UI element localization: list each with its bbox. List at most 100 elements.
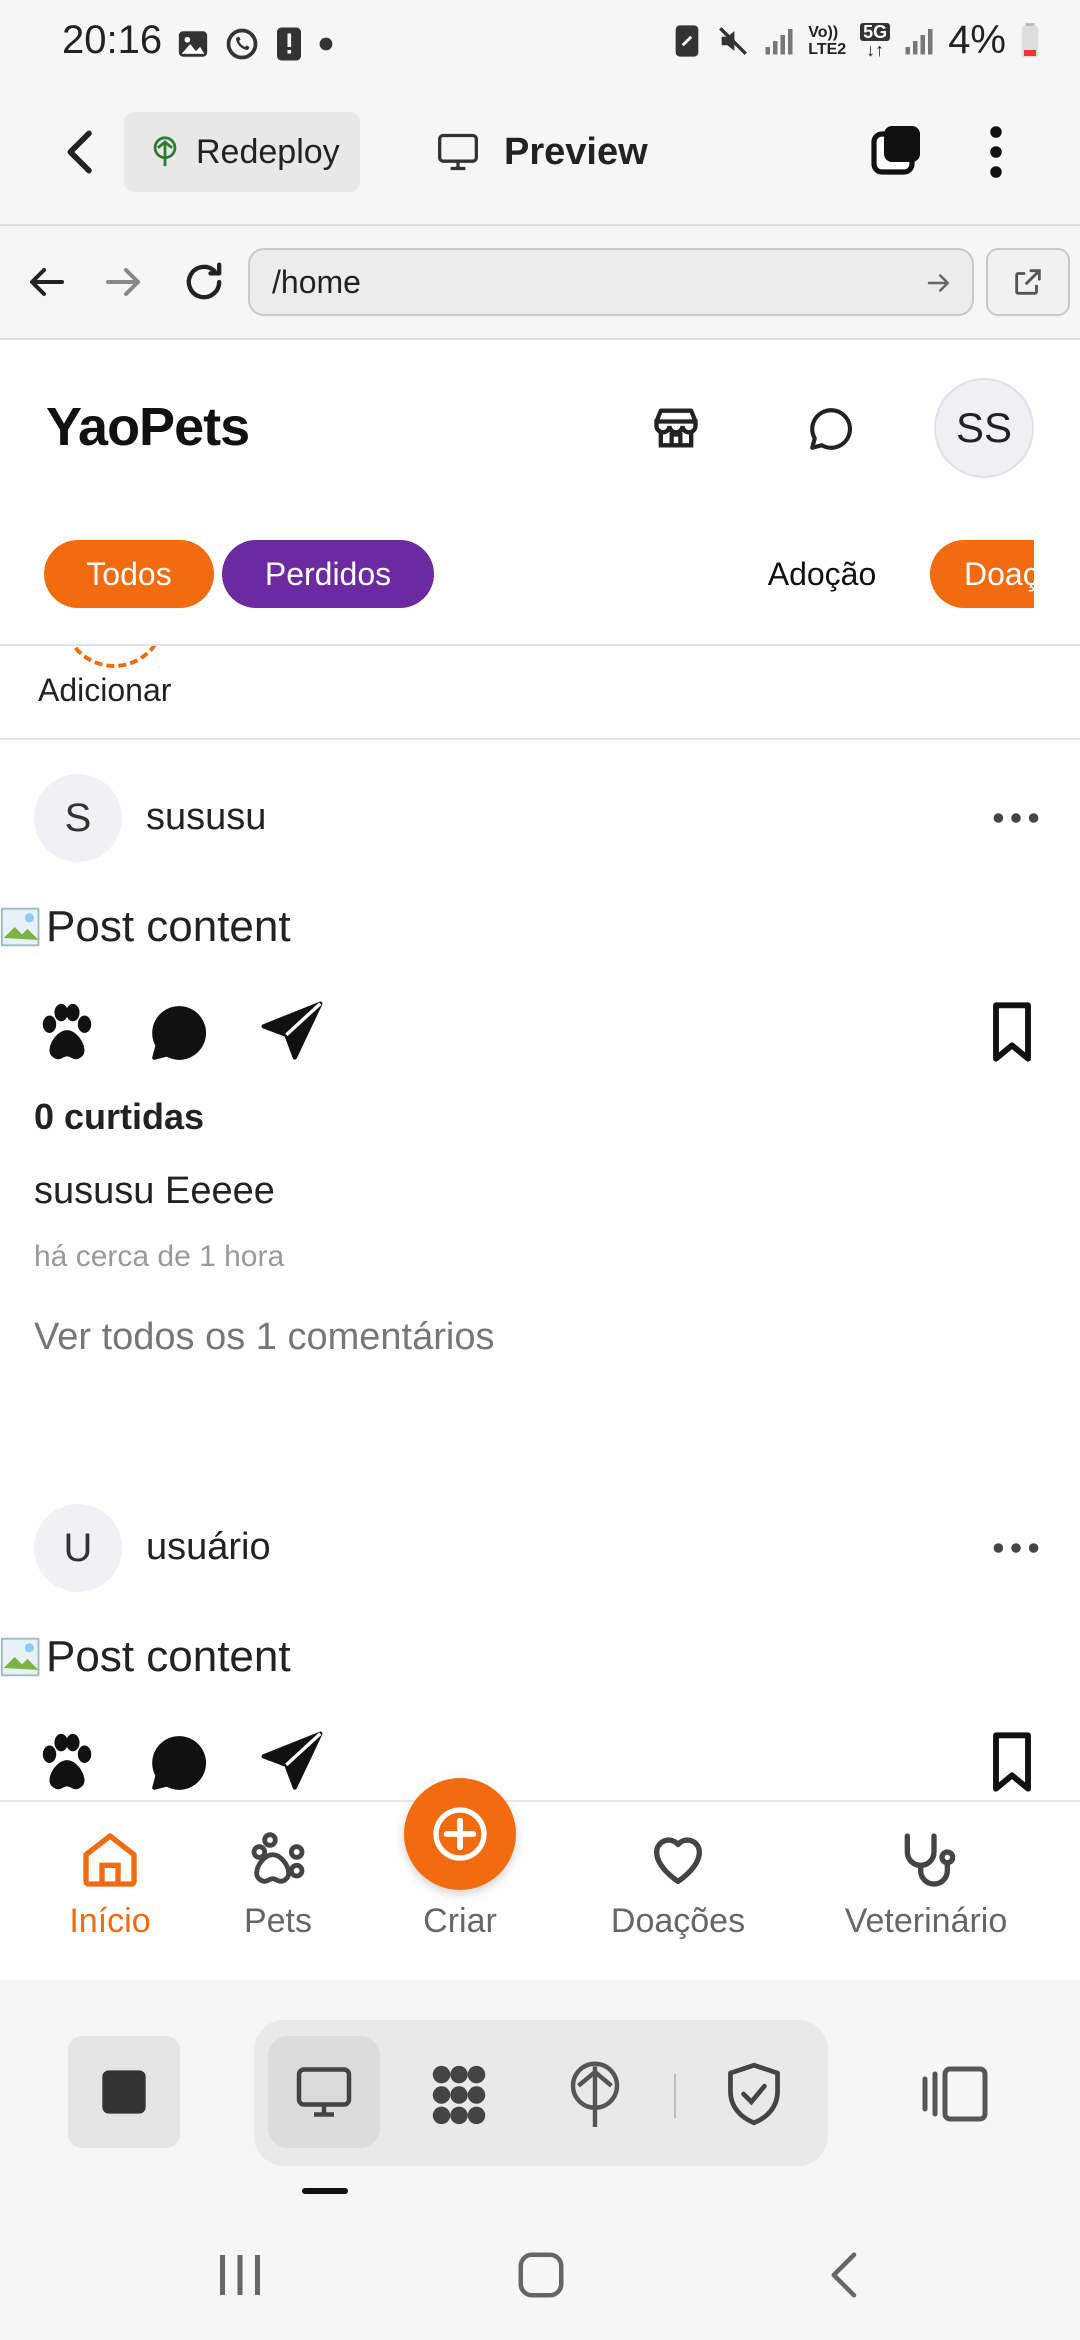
filter-chip-label: Perdidos	[264, 555, 392, 592]
browser-forward-button[interactable]	[100, 258, 148, 306]
dot-icon	[319, 37, 333, 51]
battery-icon	[1021, 22, 1039, 57]
create-label[interactable]: Criar	[404, 1902, 516, 1941]
nav-label: Doações	[610, 1902, 746, 1940]
nfc-icon	[675, 24, 699, 57]
caption-user[interactable]: sususu	[34, 1170, 154, 1212]
reload-icon	[186, 262, 222, 300]
avatar-letter: U	[63, 1525, 93, 1570]
post-avatar[interactable]: U	[34, 1504, 122, 1592]
preview-tab[interactable]: Preview	[436, 122, 648, 182]
comment-button[interactable]	[146, 1730, 212, 1796]
back-button[interactable]	[54, 124, 110, 180]
chevron-left-icon	[831, 2252, 857, 2298]
send-icon	[261, 1001, 323, 1060]
broken-image-icon	[0, 907, 40, 947]
like-button[interactable]	[32, 998, 102, 1068]
browser-back-button[interactable]	[22, 258, 70, 306]
filter-chip-todos[interactable]: Todos	[44, 540, 214, 608]
post-options-button[interactable]	[992, 1540, 1040, 1556]
stethoscope-icon	[904, 1833, 956, 1887]
filter-chip-perdidos[interactable]: Perdidos	[222, 540, 434, 608]
chat-bubble-icon	[810, 408, 852, 450]
nav-item-veterinario[interactable]: Veterinário	[826, 1828, 1026, 1941]
bookmark-button[interactable]	[982, 1730, 1042, 1794]
app-logo[interactable]: YaoPets	[46, 396, 250, 458]
stop-icon	[102, 2070, 146, 2114]
store-button[interactable]	[650, 402, 702, 454]
bookmark-button[interactable]	[982, 1000, 1042, 1064]
deploy-icon	[153, 136, 177, 167]
add-story-label[interactable]: Adicionar	[38, 672, 171, 709]
heart-icon	[654, 1837, 702, 1884]
redeploy-button[interactable]: Redeploy	[124, 112, 360, 192]
paw-icon	[42, 1003, 92, 1060]
status-notification-icons	[176, 26, 334, 62]
post-avatar[interactable]: S	[34, 774, 122, 862]
paw-outline-icon	[251, 1832, 305, 1884]
post-username[interactable]: usuário	[146, 1526, 271, 1569]
device-frame-button[interactable]	[920, 2062, 990, 2126]
more-vertical-icon	[990, 126, 1002, 178]
redeploy-label: Redeploy	[196, 132, 340, 171]
arrow-left-icon	[30, 268, 64, 296]
tabs-button[interactable]	[866, 120, 926, 180]
comment-icon	[152, 1736, 206, 1790]
system-back-button[interactable]	[818, 2248, 872, 2302]
likes-count: 0 curtidas	[34, 1096, 205, 1137]
deploy-view-button[interactable]	[562, 2058, 628, 2130]
whatsapp-icon	[226, 28, 258, 60]
post-username[interactable]: sususu	[146, 796, 266, 839]
monitor-icon	[438, 133, 478, 171]
messages-button[interactable]	[806, 404, 856, 454]
share-button[interactable]	[258, 1728, 326, 1796]
broken-image-icon	[0, 1637, 40, 1677]
active-indicator	[302, 2188, 348, 2194]
comment-button[interactable]	[146, 1000, 212, 1066]
filter-chip-label: Doaç	[964, 555, 1034, 592]
paw-icon	[42, 1733, 92, 1790]
filter-chip-doacoes[interactable]: Doaç	[930, 540, 1034, 608]
filter-chip-label: Adoção	[767, 555, 877, 592]
browser-reload-button[interactable]	[178, 256, 230, 308]
arrow-right-icon	[106, 268, 140, 296]
signal-icon	[765, 28, 793, 54]
alert-icon	[277, 27, 301, 61]
components-view-button[interactable]	[424, 2060, 494, 2130]
image-alt-text: Post content	[46, 902, 291, 951]
battery-percent: 4%	[948, 18, 1006, 62]
divider	[674, 2074, 676, 2118]
avatar-initials: SS	[955, 404, 1013, 451]
nav-label: Início	[69, 1902, 151, 1940]
recents-button[interactable]	[210, 2250, 270, 2300]
home-button[interactable]	[514, 2248, 568, 2302]
go-arrow-icon[interactable]	[924, 268, 954, 298]
home-square-icon	[518, 2252, 564, 2298]
plus-circle-icon	[433, 1807, 487, 1861]
share-button[interactable]	[258, 998, 326, 1066]
overflow-menu-button[interactable]	[976, 122, 1016, 182]
stop-button[interactable]	[68, 2036, 180, 2148]
volte-indicator: Vo)) LTE2	[808, 23, 847, 58]
create-post-button[interactable]	[404, 1778, 516, 1890]
like-button[interactable]	[32, 1728, 102, 1798]
security-view-button[interactable]	[722, 2060, 786, 2128]
status-right-area: Vo)) LTE2 5G ↓↑ 4%	[672, 18, 1040, 63]
desktop-view-button[interactable]	[268, 2036, 380, 2148]
post-time: há cerca de 1 hora	[34, 1240, 285, 1273]
store-icon	[654, 408, 698, 448]
view-comments-link[interactable]: Ver todos os 1 comentários	[34, 1316, 494, 1359]
user-avatar[interactable]: SS	[934, 378, 1034, 478]
open-external-button[interactable]	[986, 248, 1070, 316]
post-caption: sususu Eeeee	[34, 1170, 275, 1213]
filter-chip-adocao[interactable]: Adoção	[742, 540, 902, 608]
nav-item-doacoes[interactable]: Doações	[578, 1828, 778, 1941]
bookmark-icon	[993, 1732, 1031, 1792]
post-options-button[interactable]	[992, 810, 1040, 826]
url-input[interactable]: /home	[248, 248, 974, 316]
add-story-ring[interactable]	[62, 646, 166, 668]
chevron-left-icon	[67, 130, 92, 174]
send-icon	[261, 1731, 323, 1790]
monitor-icon	[296, 2067, 352, 2117]
nav-item-pets[interactable]: Pets	[178, 1828, 378, 1941]
